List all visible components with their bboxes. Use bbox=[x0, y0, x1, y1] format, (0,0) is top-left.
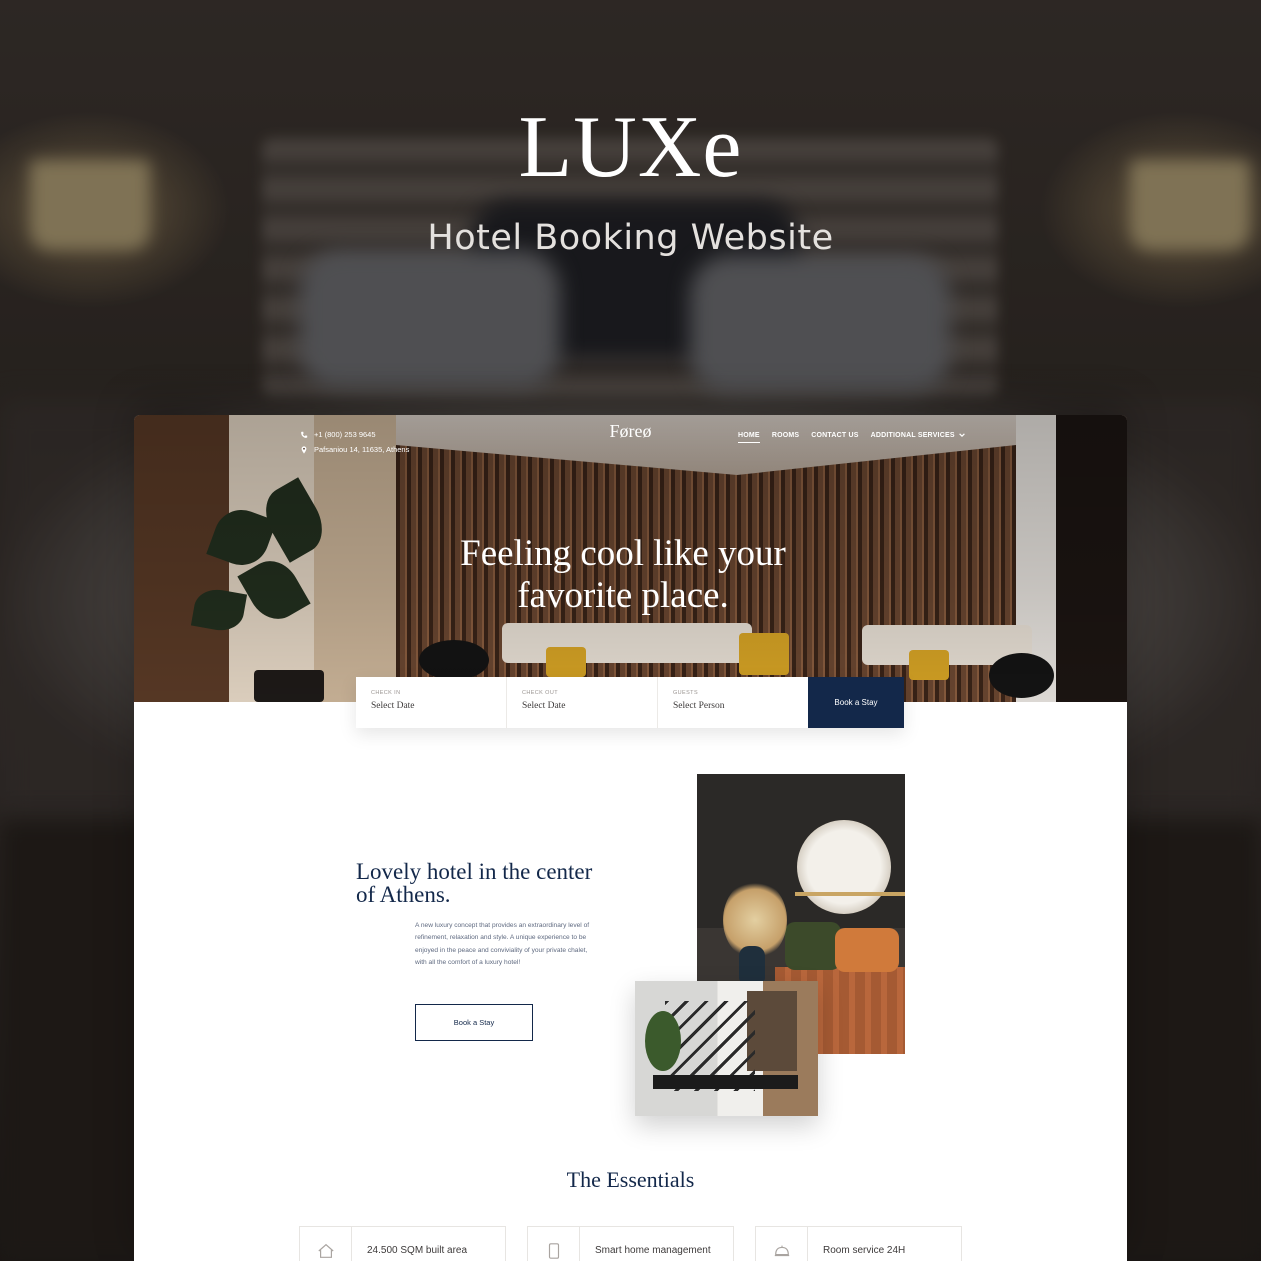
chevron-down-icon bbox=[959, 433, 965, 438]
essential-label: Room service 24H bbox=[823, 1245, 906, 1256]
contact-address: Pafsaniou 14, 11635, Athens bbox=[314, 445, 410, 454]
hero-headline-line1: Feeling cool like your bbox=[460, 533, 786, 574]
essential-card: Smart home management bbox=[527, 1226, 734, 1261]
about-book-button[interactable]: Book a Stay bbox=[415, 1004, 533, 1041]
essential-label: Smart home management bbox=[595, 1245, 711, 1256]
promo-title: LUXe bbox=[518, 99, 743, 196]
site-hero: +1 (800) 253 9645 Pafsaniou 14, 11635, A… bbox=[134, 415, 1127, 702]
nav-rooms[interactable]: ROOMS bbox=[772, 432, 799, 443]
nav-additional-services-label: ADDITIONAL SERVICES bbox=[870, 432, 955, 439]
essential-card: Room service 24H bbox=[755, 1226, 962, 1261]
about-title: Lovely hotel in the center of Athens. bbox=[356, 859, 593, 907]
home-icon bbox=[317, 1243, 334, 1258]
site-logo[interactable]: Føreø bbox=[134, 421, 1127, 442]
essentials-list: 24.500 SQM built area Smart home managem… bbox=[299, 1226, 962, 1261]
guests-value: Select Person bbox=[673, 701, 725, 711]
essential-label: 24.500 SQM built area bbox=[367, 1245, 468, 1256]
check-out-field[interactable]: CHECK OUT Select Date bbox=[507, 677, 658, 728]
interior-photo-dining bbox=[635, 981, 818, 1116]
booking-bar: CHECK IN Select Date CHECK OUT Select Da… bbox=[356, 677, 904, 728]
location-pin-icon bbox=[301, 445, 307, 454]
promo-subtitle: Hotel Booking Website bbox=[427, 218, 834, 258]
essentials-title: The Essentials bbox=[566, 1167, 695, 1192]
check-in-field[interactable]: CHECK IN Select Date bbox=[356, 677, 507, 728]
essential-card: 24.500 SQM built area bbox=[299, 1226, 506, 1261]
website-mockup: +1 (800) 253 9645 Pafsaniou 14, 11635, A… bbox=[134, 415, 1127, 1261]
nav-home[interactable]: HOME bbox=[738, 432, 760, 443]
hero-headline-line2: favorite place. bbox=[517, 575, 729, 616]
check-out-label: CHECK OUT bbox=[522, 690, 558, 696]
check-in-label: CHECK IN bbox=[371, 690, 401, 696]
about-text: A new luxury concept that provides an ex… bbox=[415, 922, 590, 966]
hero-headline: Feeling cool like your favorite place. bbox=[134, 533, 1112, 617]
check-out-value: Select Date bbox=[522, 701, 566, 711]
cloche-icon bbox=[774, 1245, 789, 1257]
guests-label: GUESTS bbox=[673, 690, 699, 696]
book-a-stay-button[interactable]: Book a Stay bbox=[808, 677, 904, 728]
phone-icon bbox=[548, 1243, 559, 1259]
main-nav: HOME ROOMS CONTACT US ADDITIONAL SERVICE… bbox=[738, 432, 965, 443]
nav-contact-us[interactable]: CONTACT US bbox=[811, 432, 858, 443]
guests-field[interactable]: GUESTS Select Person bbox=[658, 677, 808, 728]
check-in-value: Select Date bbox=[371, 701, 415, 711]
nav-additional-services[interactable]: ADDITIONAL SERVICES bbox=[871, 432, 965, 443]
